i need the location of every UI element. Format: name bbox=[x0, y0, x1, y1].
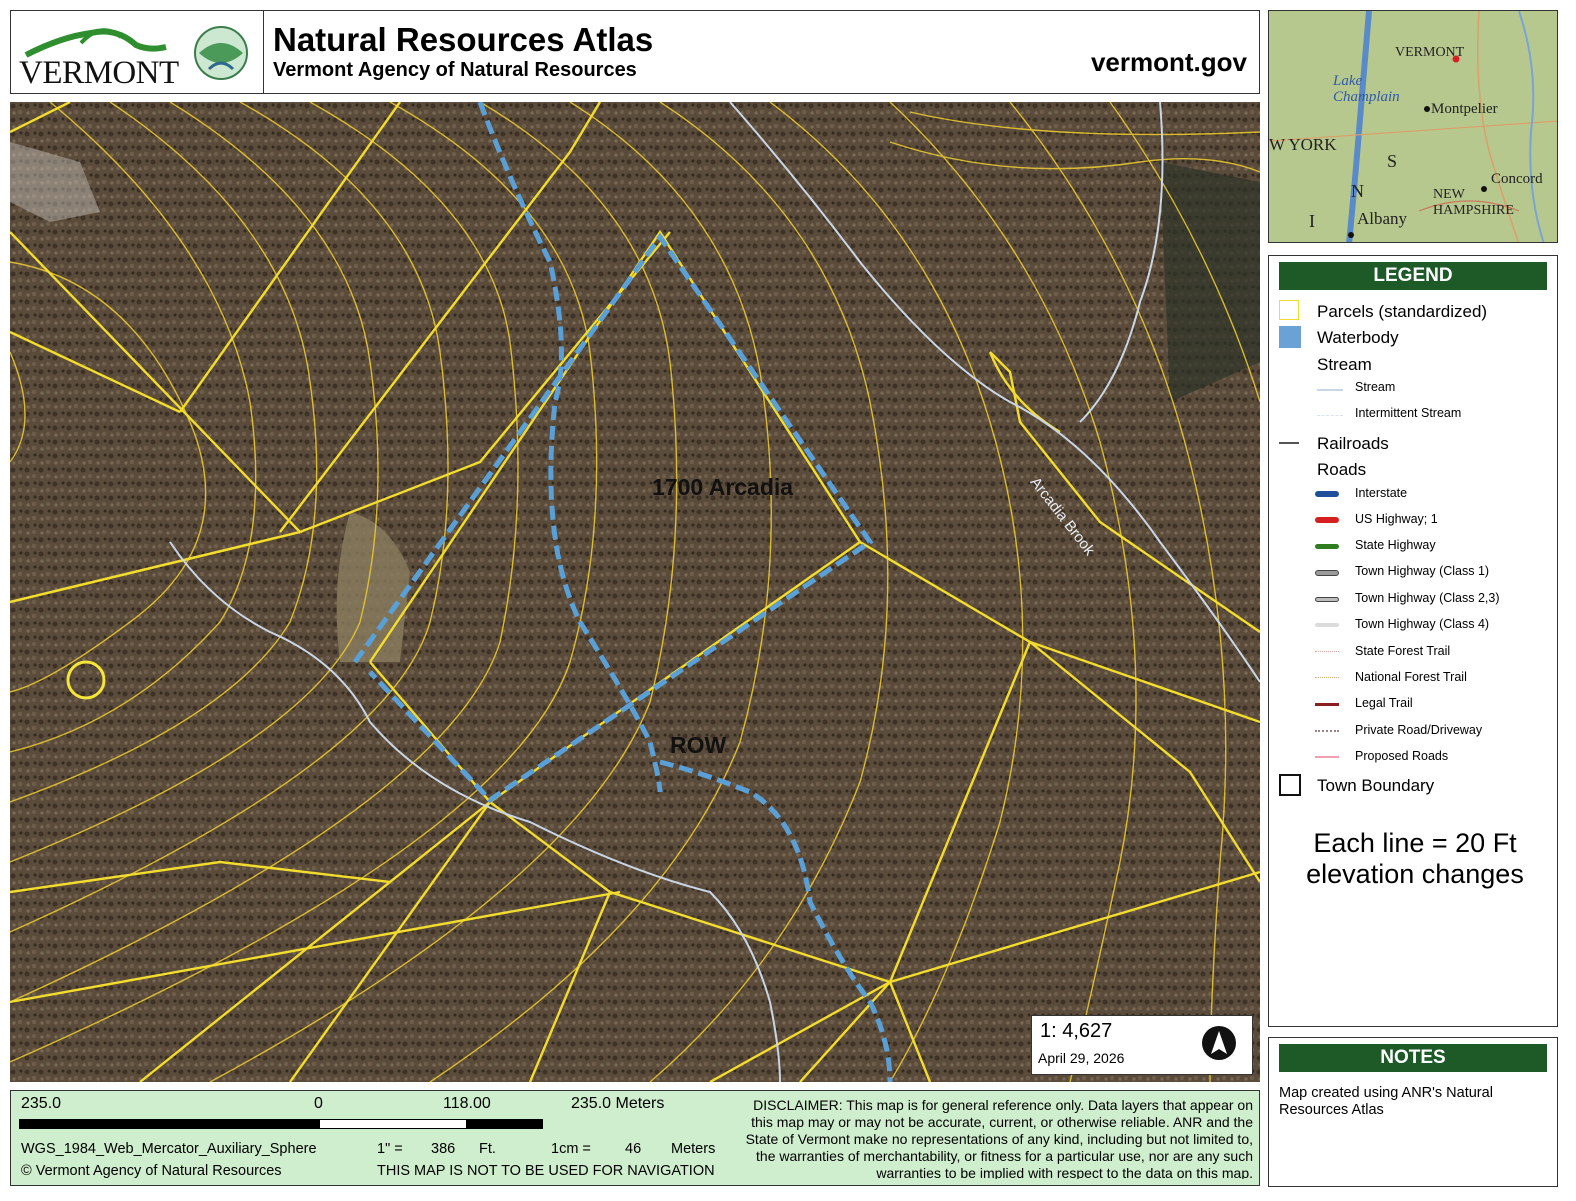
vermont-wordmark: VERMONT bbox=[19, 55, 179, 91]
overview-label-lake: Lake Champlain bbox=[1333, 73, 1400, 105]
scale-right-label: 235.0 Meters bbox=[571, 1095, 665, 1112]
parcel-label: 1700 Arcadia bbox=[652, 474, 794, 500]
vermont-gov-link[interactable]: vermont.gov bbox=[1091, 47, 1247, 78]
legend-town-boundary: Town Boundary bbox=[1317, 776, 1435, 795]
cm-label: 1cm = bbox=[551, 1141, 591, 1157]
road-swatch bbox=[1315, 677, 1339, 678]
legend-title: LEGEND bbox=[1279, 262, 1547, 290]
road-swatch bbox=[1315, 756, 1339, 758]
legend-waterbody: Waterbody bbox=[1317, 328, 1399, 347]
road-swatch bbox=[1315, 570, 1339, 576]
overview-label-concord: Concord bbox=[1491, 171, 1543, 187]
legend-road-item: Legal Trail bbox=[1355, 696, 1413, 710]
page-subtitle: Vermont Agency of Natural Resources bbox=[273, 59, 637, 81]
anr-globe-icon bbox=[194, 26, 248, 80]
overview-label-albany: Albany bbox=[1357, 209, 1408, 228]
overview-label-hampshire: HAMPSHIRE bbox=[1433, 203, 1514, 218]
overview-label-s: S bbox=[1387, 151, 1398, 171]
road-swatch bbox=[1315, 623, 1339, 627]
legend-road-item: Private Road/Driveway bbox=[1355, 723, 1483, 737]
legend-road-item: Town Highway (Class 1) bbox=[1355, 564, 1490, 578]
header-bar: VERMONT Natural Resources Atlas Vermont … bbox=[10, 10, 1260, 94]
overview-label-i: I bbox=[1309, 211, 1315, 231]
map-date: April 29, 2026 bbox=[1038, 1050, 1125, 1066]
road-swatch bbox=[1315, 730, 1339, 732]
scale-info-box: 1: 4,627 April 29, 2026 bbox=[1031, 1015, 1253, 1075]
scale-ratio: 1: 4,627 bbox=[1040, 1020, 1113, 1042]
road-swatch bbox=[1315, 703, 1339, 706]
legend-road-item: State Forest Trail bbox=[1355, 644, 1451, 658]
legend-road-item: Interstate bbox=[1355, 486, 1408, 500]
legend-road-item: State Highway bbox=[1355, 538, 1436, 552]
projection-label: WGS_1984_Web_Mercator_Auxiliary_Sphere bbox=[21, 1141, 317, 1157]
cm-unit: Meters bbox=[671, 1141, 716, 1157]
intermittent-stream-swatch bbox=[1317, 415, 1343, 416]
parcel-swatch bbox=[1279, 300, 1299, 320]
legend-stream-group: Stream bbox=[1317, 355, 1372, 374]
legend-panel: LEGEND Parcels (standardized) Waterbody … bbox=[1268, 255, 1558, 1027]
overview-label-n: N bbox=[1351, 181, 1364, 201]
legend-road-item: US Highway; 1 bbox=[1355, 512, 1438, 526]
elevation-note-line-2: elevation changes bbox=[1306, 859, 1524, 889]
elevation-note: Each line = 20 Ft elevation changes bbox=[1285, 828, 1545, 890]
overview-label-new-york: W YORK bbox=[1269, 135, 1337, 154]
vermont-logo-area: VERMONT bbox=[11, 11, 264, 93]
legend-railroads: Railroads bbox=[1317, 434, 1389, 453]
conifer-stand bbox=[1160, 162, 1260, 402]
cm-value: 46 bbox=[625, 1141, 642, 1157]
disclaimer: DISCLAIMER: This map is for general refe… bbox=[745, 1097, 1253, 1179]
town-boundary-swatch bbox=[1279, 774, 1301, 796]
inch-unit: Ft. bbox=[479, 1141, 496, 1157]
notes-panel: NOTES Map created using ANR's Natural Re… bbox=[1268, 1037, 1558, 1187]
elevation-note-line-1: Each line = 20 Ft bbox=[1313, 828, 1517, 858]
overview-label-montpelier: Montpelier bbox=[1431, 101, 1498, 117]
navigation-warning: THIS MAP IS NOT TO BE USED FOR NAVIGATIO… bbox=[377, 1163, 715, 1179]
notes-text: Map created using ANR's Natural Resource… bbox=[1279, 1085, 1493, 1118]
legend-roads-group: Roads bbox=[1317, 460, 1367, 479]
legend-parcels: Parcels (standardized) bbox=[1317, 302, 1488, 321]
legend-road-item: Town Highway (Class 4) bbox=[1355, 617, 1490, 631]
page-title: Natural Resources Atlas bbox=[273, 21, 654, 58]
legend-stream: Stream bbox=[1355, 380, 1396, 394]
overview-label-new: NEW bbox=[1433, 187, 1465, 202]
scale-bar-panel: 235.0 0 118.00 235.0 Meters WGS_1984_Web… bbox=[10, 1090, 1260, 1186]
legend-road-item: National Forest Trail bbox=[1355, 670, 1467, 684]
map-layers bbox=[10, 102, 1260, 1082]
copyright: © Vermont Agency of Natural Resources bbox=[21, 1163, 282, 1179]
road-swatch bbox=[1315, 517, 1339, 523]
road-swatch bbox=[1315, 651, 1339, 652]
north-arrow-icon bbox=[1202, 1026, 1236, 1060]
aerial-imagery bbox=[10, 102, 1260, 1082]
road-swatch bbox=[1315, 491, 1339, 497]
map-canvas[interactable]: 1700 Arcadia ROW Arcadia Brook 1: 4,627 … bbox=[10, 102, 1260, 1082]
overview-map[interactable]: VERMONT Lake Champlain Montpelier W YORK… bbox=[1268, 10, 1558, 243]
overview-label-vermont: VERMONT bbox=[1395, 45, 1465, 60]
scale-bar bbox=[19, 1119, 543, 1129]
legend-road-item: Proposed Roads bbox=[1355, 749, 1449, 763]
inch-value: 386 bbox=[431, 1141, 456, 1157]
waterbody-swatch bbox=[1279, 326, 1301, 348]
notes-title: NOTES bbox=[1279, 1044, 1547, 1072]
scale-zero-label: 0 bbox=[314, 1095, 323, 1112]
legend-intermittent: Intermittent Stream bbox=[1355, 406, 1462, 420]
inch-label: 1" = bbox=[377, 1141, 403, 1157]
scale-mid-label: 118.00 bbox=[443, 1095, 491, 1112]
row-label: ROW bbox=[670, 732, 727, 758]
railroad-swatch bbox=[1279, 442, 1299, 444]
road-swatch bbox=[1315, 597, 1339, 602]
legend-road-item: Town Highway (Class 2,3) bbox=[1355, 591, 1500, 605]
stream-swatch bbox=[1317, 389, 1343, 391]
road-swatch bbox=[1315, 544, 1339, 549]
scale-left-label: 235.0 bbox=[21, 1095, 62, 1112]
